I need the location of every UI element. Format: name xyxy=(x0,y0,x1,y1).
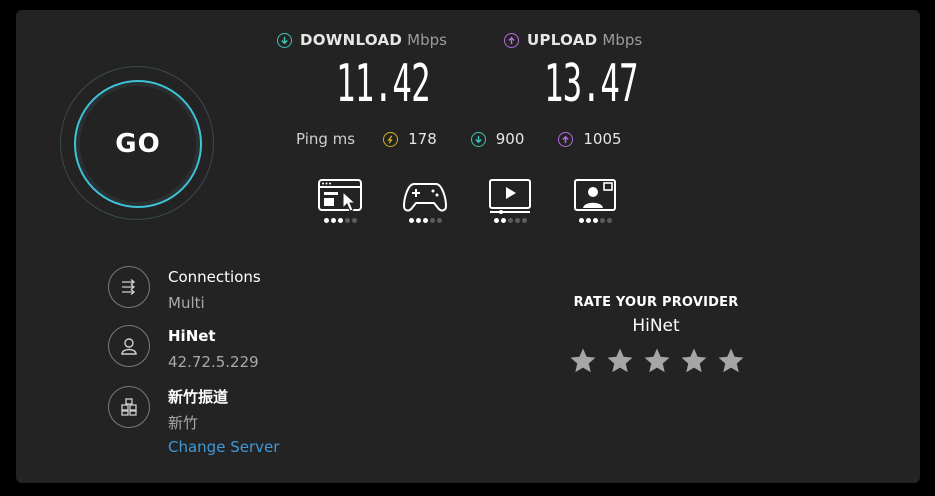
ping-download: 900 xyxy=(470,130,525,148)
activity-web-browsing[interactable] xyxy=(315,178,365,230)
star-icon[interactable] xyxy=(642,346,672,376)
download-value: 11.42 xyxy=(336,54,431,114)
level-dot xyxy=(429,218,435,223)
upload-unit: Mbps xyxy=(602,31,643,49)
ping-idle-value: 178 xyxy=(408,130,437,148)
go-button[interactable]: GO xyxy=(74,80,202,208)
activity-level-dots xyxy=(323,218,357,223)
level-dot xyxy=(521,218,527,223)
star-icon[interactable] xyxy=(716,346,746,376)
upload-header: UPLOAD Mbps xyxy=(504,30,642,50)
star-icon[interactable] xyxy=(568,346,598,376)
speedtest-panel: GO DOWNLOAD Mbps 11.42 UPLOAD Mbps 13.47… xyxy=(16,10,920,483)
rate-provider-name: HiNet xyxy=(632,316,680,336)
star-icon[interactable] xyxy=(679,346,709,376)
upload-label: UPLOAD xyxy=(527,31,598,49)
go-label: GO xyxy=(115,129,161,159)
level-dot xyxy=(578,218,584,223)
level-dot xyxy=(606,218,612,223)
activity-level-dots xyxy=(408,218,442,223)
level-dot xyxy=(514,218,520,223)
upload-value: 13.47 xyxy=(544,54,639,114)
user-icon xyxy=(108,325,150,367)
video-chat-icon xyxy=(574,179,616,211)
level-dot xyxy=(507,218,513,223)
server-name: 新竹振道 xyxy=(168,388,229,406)
web-browsing-icon xyxy=(318,179,362,212)
download-header: DOWNLOAD Mbps xyxy=(277,30,447,50)
isp-ip: 42.72.5.229 xyxy=(168,353,259,371)
level-dot xyxy=(337,218,343,223)
level-dot xyxy=(422,218,428,223)
gaming-icon xyxy=(402,183,448,212)
ping-download-value: 900 xyxy=(495,130,525,148)
upload-arrow-icon xyxy=(504,32,519,48)
level-dot xyxy=(585,218,591,223)
star-icon[interactable] xyxy=(605,346,635,376)
change-server-link[interactable]: Change Server xyxy=(168,438,279,456)
activity-video-chat[interactable] xyxy=(570,178,620,230)
download-arrow-icon xyxy=(277,32,292,48)
level-dot xyxy=(323,218,329,223)
ping-label: Ping ms xyxy=(296,130,356,148)
rate-provider-title: RATE YOUR PROVIDER xyxy=(573,295,739,310)
level-dot xyxy=(351,218,357,223)
rating-stars xyxy=(568,346,746,376)
activity-gaming[interactable] xyxy=(400,178,450,230)
level-dot xyxy=(344,218,350,223)
video-streaming-icon xyxy=(489,179,531,214)
activity-level-dots xyxy=(578,218,612,223)
connections-title: Connections xyxy=(168,268,261,286)
download-unit: Mbps xyxy=(407,31,447,49)
connections-value[interactable]: Multi xyxy=(168,294,205,312)
upload-latency-icon xyxy=(558,131,574,147)
ping-row: Ping ms 178 900 1005 xyxy=(296,128,656,150)
idle-latency-icon xyxy=(383,131,399,147)
isp-name: HiNet xyxy=(168,327,216,345)
download-latency-icon xyxy=(470,131,486,147)
level-dot xyxy=(599,218,605,223)
level-dot xyxy=(436,218,442,223)
level-dot xyxy=(592,218,598,223)
ping-upload: 1005 xyxy=(558,130,622,148)
server-location: 新竹 xyxy=(168,414,199,432)
level-dot xyxy=(500,218,506,223)
connections-icon xyxy=(108,266,150,308)
download-label: DOWNLOAD xyxy=(300,31,403,49)
server-icon xyxy=(108,386,150,428)
ping-idle: 178 xyxy=(383,130,437,148)
level-dot xyxy=(493,218,499,223)
level-dot xyxy=(408,218,414,223)
activity-video-streaming[interactable] xyxy=(485,178,535,230)
activity-level-dots xyxy=(493,218,527,223)
level-dot xyxy=(415,218,421,223)
level-dot xyxy=(330,218,336,223)
ping-upload-value: 1005 xyxy=(583,130,622,148)
